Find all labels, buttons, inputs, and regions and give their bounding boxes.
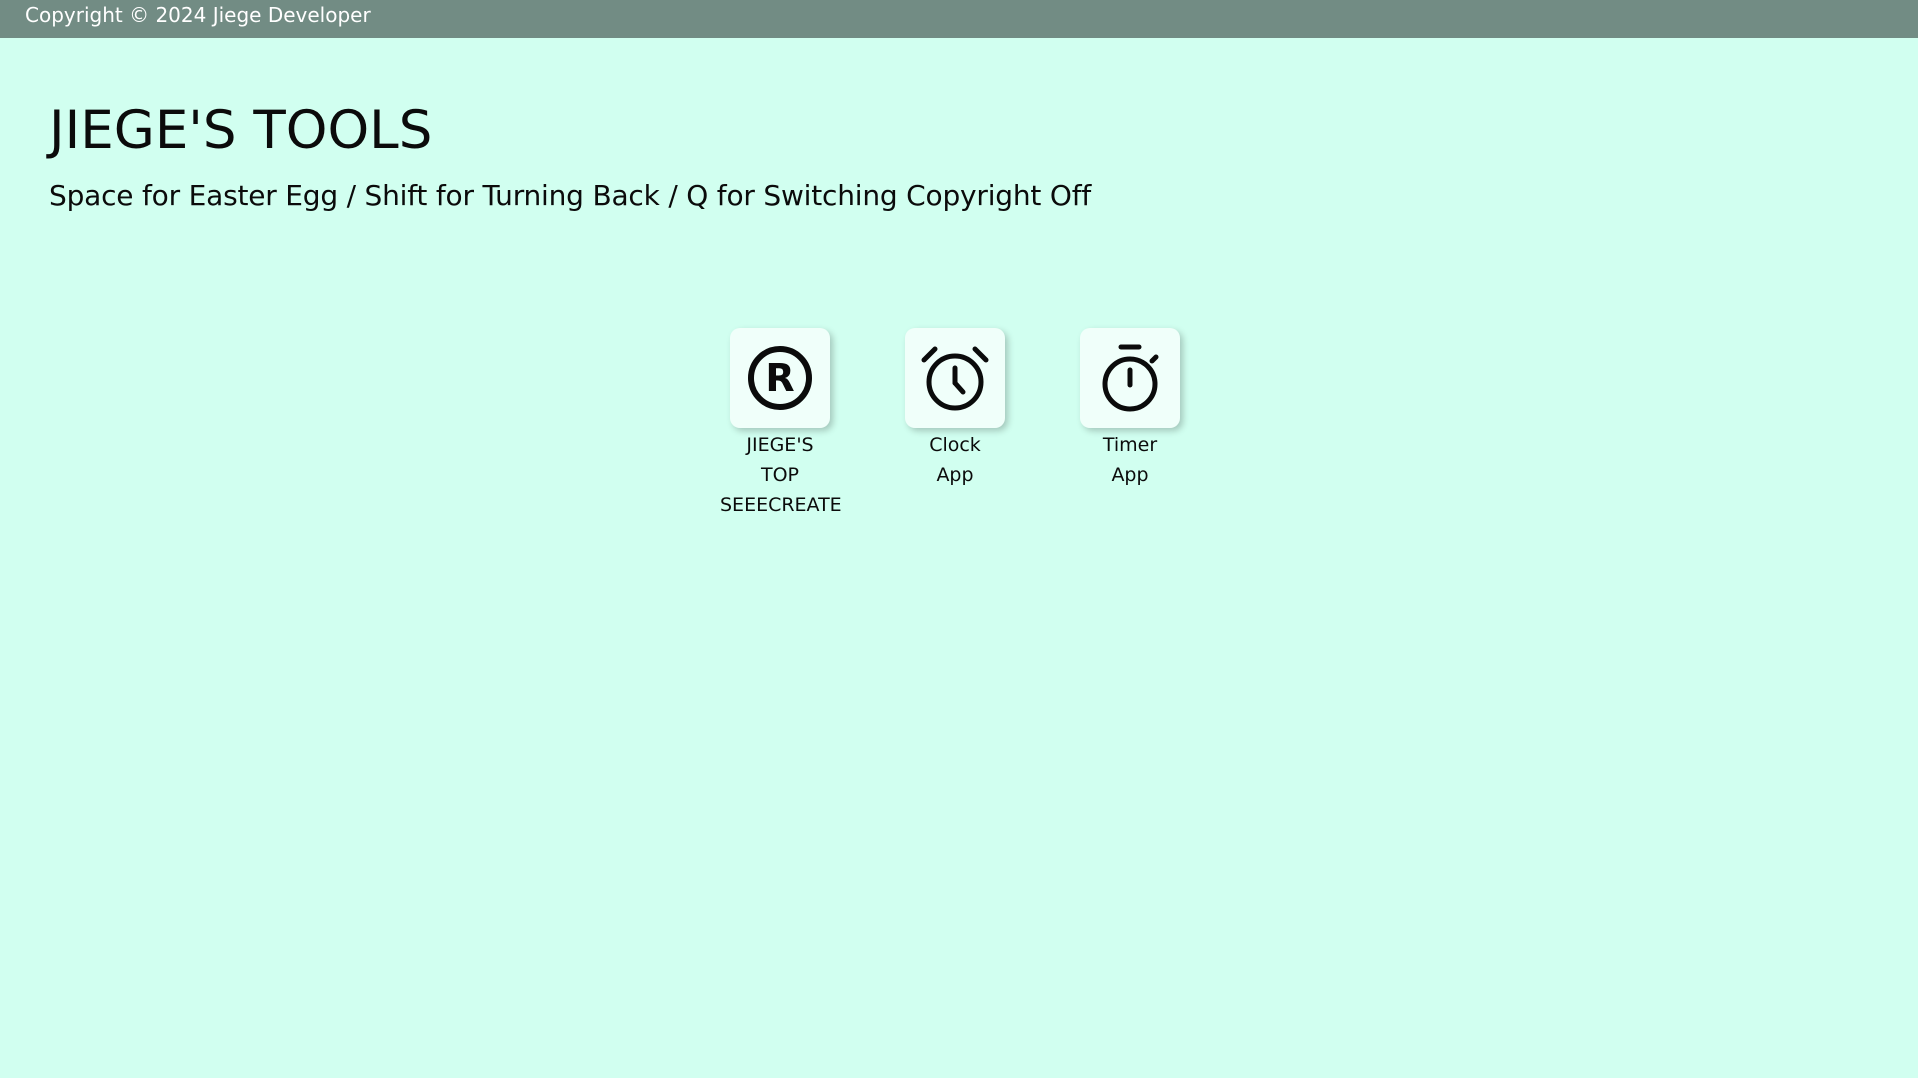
app-icon-box[interactable] xyxy=(905,328,1005,428)
app-label[interactable]: JIEGE'S TOP SEEECREATE xyxy=(720,430,842,520)
app-label[interactable]: Clock App xyxy=(895,430,1015,490)
copyright-bar: Copyright © 2024 Jiege Developer xyxy=(0,0,1918,38)
app-tile-top-seeecreate[interactable]: R JIEGE'S TOP SEEECREATE xyxy=(720,328,842,520)
page-subtitle: Space for Easter Egg / Shift for Turning… xyxy=(49,179,1092,212)
svg-text:R: R xyxy=(765,356,794,400)
app-tile-clock[interactable]: Clock App xyxy=(895,328,1015,490)
app-icon-box[interactable]: R xyxy=(730,328,830,428)
app-label[interactable]: Timer App xyxy=(1070,430,1190,490)
app-icon-box[interactable] xyxy=(1080,328,1180,428)
alarm-clock-icon xyxy=(921,346,989,411)
app-grid: R JIEGE'S TOP SEEECREATE Clock App Timer… xyxy=(720,328,1200,528)
stopwatch-icon xyxy=(1102,344,1159,412)
page-title: JIEGE'S TOOLS xyxy=(49,100,433,161)
app-tile-timer[interactable]: Timer App xyxy=(1070,328,1190,490)
copyright-text: Copyright © 2024 Jiege Developer xyxy=(25,3,371,27)
registered-icon: R xyxy=(748,346,812,410)
